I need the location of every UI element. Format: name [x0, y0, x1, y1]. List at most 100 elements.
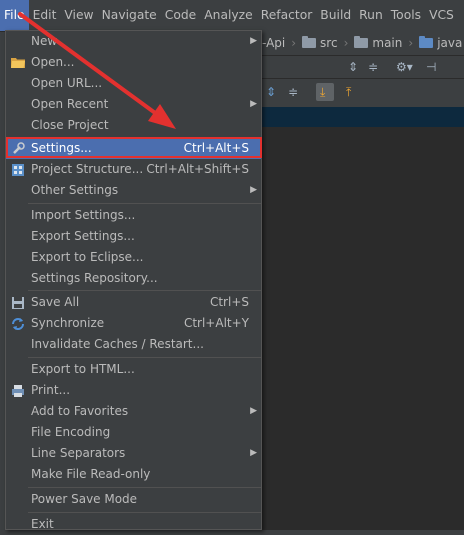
hide-panel-icon[interactable]: ⊣ — [426, 59, 436, 75]
menu-refactor[interactable]: Refactor — [257, 0, 317, 31]
submenu-arrow-icon: ▶ — [250, 99, 257, 109]
breadcrumb-separator: › — [291, 36, 297, 50]
menu-view[interactable]: View — [60, 0, 97, 31]
menu-item-shortcut: Ctrl+Alt+Y — [183, 316, 249, 330]
printer-icon — [10, 383, 26, 398]
menu-item-label: Invalidate Caches / Restart... — [31, 337, 204, 351]
menu-item-label: Open URL... — [31, 76, 103, 90]
structure-toolbar: ⇕ ≑ ⤓ ⤒ — [262, 79, 464, 107]
submenu-arrow-icon: ▶ — [250, 406, 257, 416]
menu-item-label: Save All — [31, 295, 80, 309]
autoscroll-from-source-icon[interactable]: ⤒ — [346, 84, 351, 100]
menu-item-synchronize[interactable]: Synchronize Ctrl+Alt+Y — [6, 313, 261, 334]
menu-item-close-project[interactable]: Close Project — [6, 115, 261, 136]
menu-item-settings-repository[interactable]: Settings Repository... — [6, 268, 261, 289]
gear-icon[interactable]: ⚙▾ — [396, 59, 413, 75]
breadcrumb-src[interactable]: src — [302, 36, 338, 50]
menu-divider — [28, 512, 261, 513]
menu-item-label: Open... — [31, 55, 75, 69]
menu-item-open[interactable]: Open... — [6, 52, 261, 73]
menu-item-make-file-read-only[interactable]: Make File Read-only — [6, 464, 261, 485]
menu-item-import-settings[interactable]: Import Settings... — [6, 205, 261, 226]
file-menu-dropdown: New ▶ Open... Open URL... Open Recent ▶ … — [5, 30, 262, 531]
wrench-icon — [10, 141, 26, 156]
menu-item-print[interactable]: Print... — [6, 380, 261, 401]
menu-item-label: Settings Repository... — [31, 271, 158, 285]
menu-item-open-url[interactable]: Open URL... — [6, 73, 261, 94]
menu-item-label: File Encoding — [31, 425, 111, 439]
breadcrumb-separator: › — [343, 36, 349, 50]
menu-divider — [28, 203, 261, 204]
menu-item-label: Print... — [31, 383, 71, 397]
menu-item-label: Other Settings — [31, 183, 119, 197]
menu-edit[interactable]: Edit — [29, 0, 61, 31]
editor-area — [262, 127, 464, 530]
collapse-all-icon[interactable]: ≑ — [368, 59, 378, 75]
collapse-icon[interactable]: ≑ — [288, 84, 298, 100]
menu-item-project-structure[interactable]: Project Structure... Ctrl+Alt+Shift+S — [6, 159, 261, 180]
menu-item-label: Open Recent — [31, 97, 109, 111]
folder-icon — [354, 36, 369, 48]
menu-item-shortcut: Ctrl+Alt+S — [183, 141, 249, 155]
menu-code[interactable]: Code — [161, 0, 200, 31]
menu-item-line-separators[interactable]: Line Separators ▶ — [6, 443, 261, 464]
menu-build[interactable]: Build — [316, 0, 355, 31]
project-toolbar: ⇕ ≑ ⚙▾ ⊣ — [262, 56, 464, 79]
submenu-arrow-icon: ▶ — [250, 36, 257, 46]
menu-navigate[interactable]: Navigate — [98, 0, 161, 31]
menu-divider — [28, 290, 261, 291]
folder-open-icon — [10, 55, 26, 70]
menu-item-label: Export to Eclipse... — [31, 250, 144, 264]
menu-item-shortcut: Ctrl+Alt+Shift+S — [146, 162, 249, 176]
menu-item-settings[interactable]: Settings... Ctrl+Alt+S — [6, 138, 261, 159]
menu-item-new[interactable]: New ▶ — [6, 31, 261, 52]
menu-item-label: Line Separators — [31, 446, 126, 460]
folder-icon — [419, 36, 434, 48]
menu-item-label: Add to Favorites — [31, 404, 129, 418]
folder-icon — [302, 36, 317, 48]
menu-item-label: Make File Read-only — [31, 467, 151, 481]
menu-item-label: Settings... — [31, 141, 92, 155]
menu-item-label: Close Project — [31, 118, 109, 132]
menu-item-label: Export to HTML... — [31, 362, 135, 376]
menu-item-export-to-html[interactable]: Export to HTML... — [6, 359, 261, 380]
menu-item-label: Exit — [31, 517, 54, 531]
menu-item-other-settings[interactable]: Other Settings ▶ — [6, 180, 261, 201]
menu-divider — [28, 487, 261, 488]
menu-item-open-recent[interactable]: Open Recent ▶ — [6, 94, 261, 115]
breadcrumb-main[interactable]: main — [354, 36, 402, 50]
menu-item-export-to-eclipse[interactable]: Export to Eclipse... — [6, 247, 261, 268]
menu-vcs[interactable]: VCS — [425, 0, 458, 31]
expand-icon[interactable]: ⇕ — [266, 84, 276, 100]
menu-item-label: Power Save Mode — [31, 492, 138, 506]
navigation-bar: -Api › src › main › java › — [262, 31, 464, 56]
menu-item-file-encoding[interactable]: File Encoding — [6, 422, 261, 443]
expand-all-icon[interactable]: ⇕ — [348, 59, 358, 75]
synchronize-icon — [10, 316, 26, 331]
menu-item-power-save-mode[interactable]: Power Save Mode — [6, 489, 261, 510]
project-structure-icon — [10, 162, 26, 177]
menu-item-label: Import Settings... — [31, 208, 136, 222]
menu-item-export-settings[interactable]: Export Settings... — [6, 226, 261, 247]
menu-item-label: Synchronize — [31, 316, 105, 330]
breadcrumb-separator: › — [408, 36, 414, 50]
selected-row — [262, 107, 464, 127]
menu-item-exit[interactable]: Exit — [6, 514, 261, 535]
menu-item-label: New — [31, 34, 58, 48]
menu-file[interactable]: File — [0, 0, 29, 31]
breadcrumb-project[interactable]: -Api — [262, 36, 285, 50]
menu-analyze[interactable]: Analyze — [200, 0, 256, 31]
menu-bar: File Edit View Navigate Code Analyze Ref… — [0, 0, 464, 32]
menu-item-shortcut: Ctrl+S — [209, 295, 249, 309]
submenu-arrow-icon: ▶ — [250, 448, 257, 458]
menu-item-add-to-favorites[interactable]: Add to Favorites ▶ — [6, 401, 261, 422]
menu-item-label: Export Settings... — [31, 229, 135, 243]
menu-tools[interactable]: Tools — [387, 0, 425, 31]
save-all-icon — [10, 295, 26, 310]
menu-item-save-all[interactable]: Save All Ctrl+S — [6, 292, 261, 313]
menu-divider — [28, 357, 261, 358]
menu-run[interactable]: Run — [355, 0, 387, 31]
breadcrumb-java[interactable]: java — [419, 36, 462, 50]
menu-item-invalidate-caches[interactable]: Invalidate Caches / Restart... — [6, 334, 261, 355]
download-icon: ⤓ — [320, 85, 326, 99]
